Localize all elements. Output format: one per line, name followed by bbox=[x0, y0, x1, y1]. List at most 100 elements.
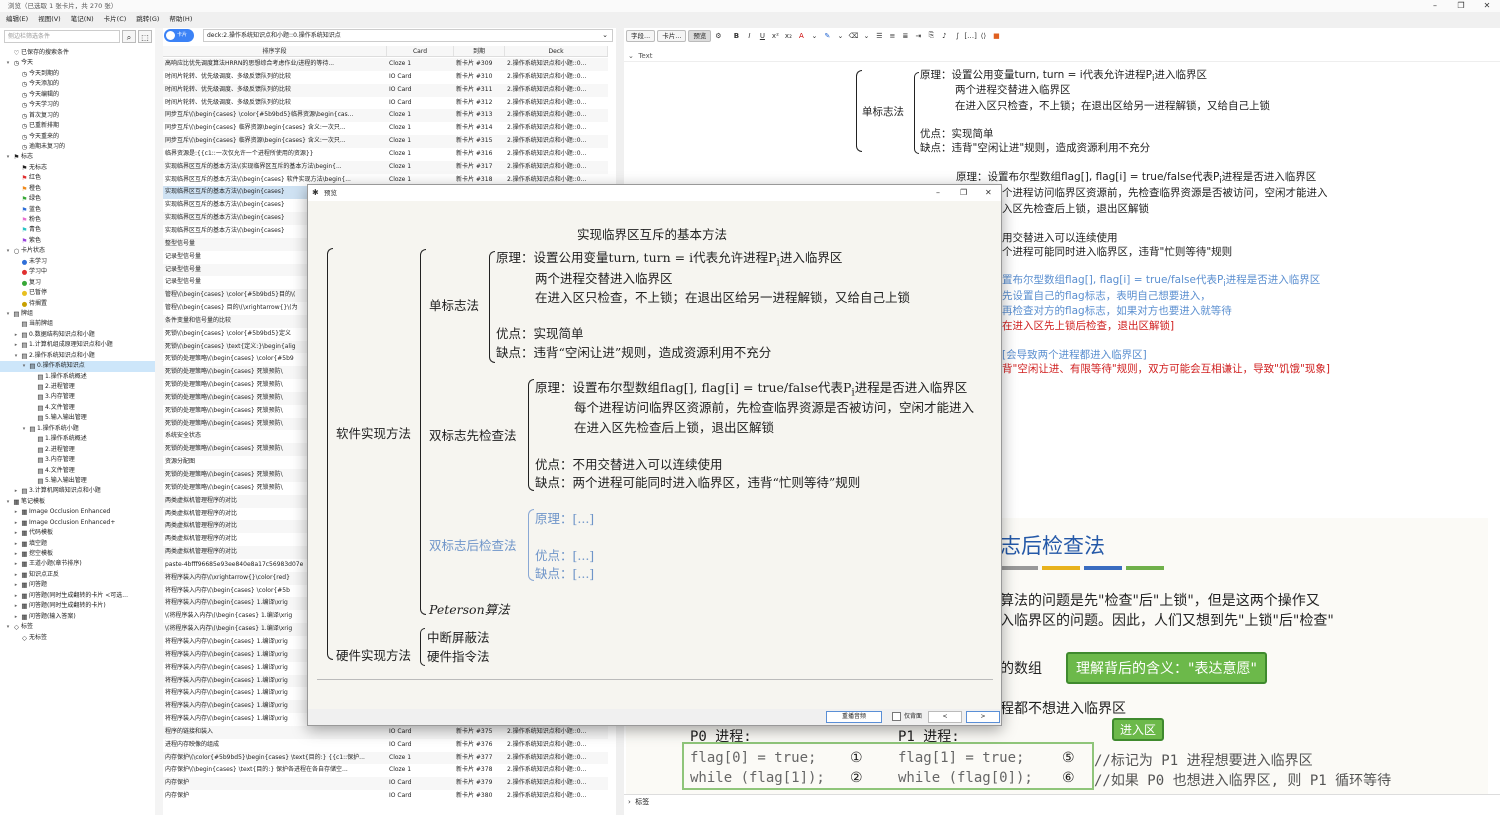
chevron-down-icon[interactable]: ⌄ bbox=[602, 30, 608, 41]
chevron-down-icon[interactable]: ⌄ bbox=[808, 32, 820, 40]
ordered-list-icon[interactable]: ≡ bbox=[886, 32, 898, 40]
column-sort-field[interactable]: 排序字段 bbox=[163, 46, 387, 56]
close-button[interactable]: ✕ bbox=[1474, 0, 1500, 12]
sidebar-item[interactable]: ⚑ 无标志 bbox=[0, 163, 155, 173]
expand-arrow-icon[interactable]: ▾ bbox=[4, 246, 12, 256]
sidebar-item[interactable]: ▤ 1.操作系统概述 bbox=[0, 372, 155, 382]
next-button[interactable]: > bbox=[966, 711, 1000, 723]
chevron-down-icon[interactable]: ⌄ bbox=[860, 32, 872, 40]
menu-help[interactable]: 帮助(H) bbox=[169, 12, 192, 26]
select-tool-icon[interactable]: ⬚ bbox=[138, 30, 152, 43]
menu-view[interactable]: 视图(V) bbox=[38, 12, 61, 26]
minimize-button[interactable]: – bbox=[936, 185, 940, 201]
html-icon[interactable]: ⟨⟩ bbox=[977, 32, 989, 40]
microphone-icon[interactable]: ♪ bbox=[938, 32, 950, 40]
eraser-icon[interactable]: ⌫ bbox=[847, 32, 859, 40]
column-card[interactable]: Card bbox=[387, 46, 454, 56]
sidebar-item[interactable]: ▤ 2.进程管理 bbox=[0, 445, 155, 455]
indent-icon[interactable]: ⇥ bbox=[912, 32, 924, 40]
table-row[interactable]: 内存保护\(\color{#5b9bd5}\begin{cases} \text… bbox=[163, 751, 608, 765]
table-row[interactable]: 时间片轮转、优先级调度、多级反馈队列的比较 IO Card 新卡片 #312 2.操作… bbox=[163, 97, 608, 110]
column-due[interactable]: 到期 bbox=[454, 46, 505, 56]
sidebar-item[interactable]: ▸ ▦ 知识点正反 bbox=[0, 570, 155, 580]
close-button[interactable]: ✕ bbox=[985, 185, 992, 201]
sidebar-item[interactable]: ▤ 5.输入输出管理 bbox=[0, 413, 155, 423]
expand-arrow-icon[interactable]: ▾ bbox=[4, 58, 12, 68]
field-header-text[interactable]: ⌄ Text bbox=[624, 50, 1500, 62]
fields-button[interactable]: 字段... bbox=[626, 29, 656, 42]
table-row[interactable]: 临界资源是:{{c1::一次仅允许一个进程所使用的资源}} Cloze 1 新卡片 … bbox=[163, 148, 608, 161]
expand-arrow-icon[interactable]: ▸ bbox=[12, 528, 20, 538]
highlight-icon[interactable]: ✎ bbox=[821, 32, 833, 40]
menu-edit[interactable]: 编辑(E) bbox=[6, 12, 28, 26]
maximize-button[interactable]: ❐ bbox=[960, 185, 967, 201]
sidebar-item[interactable]: ▸ ▤ 1.计算机组成原理知识点和小题 bbox=[0, 340, 155, 350]
cards-notes-toggle[interactable]: 卡片 bbox=[164, 29, 194, 42]
menu-cards[interactable]: 卡片(C) bbox=[104, 12, 127, 26]
sidebar-item[interactable]: ● 待搁置 bbox=[0, 299, 155, 309]
sidebar-item[interactable]: ⚑ 绿色 bbox=[0, 194, 155, 204]
tags-bar[interactable]: › 标签 bbox=[624, 794, 1500, 808]
sidebar-item[interactable]: ▸ ▦ 问答题(同时生成翻转的卡片) bbox=[0, 601, 155, 611]
expand-arrow-icon[interactable]: ▾ bbox=[12, 351, 20, 361]
sidebar-item[interactable]: ⚑ 蓝色 bbox=[0, 205, 155, 215]
sidebar-item[interactable]: ◇ 无标签 bbox=[0, 633, 155, 643]
table-row[interactable]: 同步互斥\(\begin{cases} \color{#5b9bd5}临界资源\… bbox=[163, 109, 608, 123]
expand-arrow-icon[interactable]: ▾ bbox=[4, 152, 12, 162]
bold-icon[interactable]: B bbox=[730, 32, 742, 40]
sidebar-item[interactable]: ▸ ▤ 3.计算机网络知识点和小题 bbox=[0, 486, 155, 496]
expand-arrow-icon[interactable]: ▸ bbox=[12, 330, 20, 340]
sidebar-item[interactable]: ▸ ▦ 问答题(同时生成翻转的卡片 <可选... bbox=[0, 591, 155, 601]
math-icon[interactable]: ∫ bbox=[951, 32, 963, 40]
chevron-down-icon[interactable]: ⌄ bbox=[834, 32, 846, 40]
sidebar-item[interactable]: ⚑ 红色 bbox=[0, 173, 155, 183]
subscript-icon[interactable]: x₂ bbox=[782, 32, 794, 40]
cards-button[interactable]: 卡片... bbox=[657, 29, 687, 42]
table-row[interactable]: 同步互斥\(\begin{cases} 临界资源\begin{cases} 含义… bbox=[163, 135, 608, 148]
expand-arrow-icon[interactable]: ▸ bbox=[12, 612, 20, 622]
sidebar-item[interactable]: ▾ ▤ 1.操作系统小题 bbox=[0, 424, 155, 434]
sidebar-item[interactable]: ♡ 已保存的搜索条件 bbox=[0, 48, 155, 58]
sidebar-item[interactable]: ▤ 4.文件管理 bbox=[0, 403, 155, 413]
expand-arrow-icon[interactable]: ▸ bbox=[12, 549, 20, 559]
sidebar-search-input[interactable]: 侧边栏筛选条件 bbox=[4, 30, 120, 43]
search-icon[interactable]: ⌕ bbox=[122, 30, 136, 43]
sidebar-item[interactable]: ▤ 5.输入输出管理 bbox=[0, 476, 155, 486]
attach-icon[interactable]: ⎘ bbox=[925, 31, 937, 40]
expand-arrow-icon[interactable]: ▸ bbox=[12, 518, 20, 528]
sidebar-item[interactable]: ▾ ▦ 笔记模板 bbox=[0, 497, 155, 507]
sidebar-item[interactable]: ▤ 1.操作系统概述 bbox=[0, 434, 155, 444]
italic-icon[interactable]: I bbox=[743, 32, 755, 40]
sidebar-item[interactable]: ▾ ○ 卡片状态 bbox=[0, 246, 155, 256]
sidebar-item[interactable]: ◷ 逾期未复习的 bbox=[0, 142, 155, 152]
sidebar-item[interactable]: ⚑ 青色 bbox=[0, 225, 155, 235]
back-only-checkbox[interactable] bbox=[892, 712, 901, 721]
sidebar-item[interactable]: ● 学习中 bbox=[0, 267, 155, 277]
expand-arrow-icon[interactable]: ▸ bbox=[12, 601, 20, 611]
underline-icon[interactable]: U bbox=[756, 32, 768, 40]
sidebar-item[interactable]: ▾ ▤ 0.操作系统知识点 bbox=[0, 361, 155, 372]
minimize-button[interactable]: – bbox=[1422, 0, 1448, 12]
sidebar-item[interactable]: ● 已暂停 bbox=[0, 288, 155, 298]
a-con[interactable]: 缺点：[...] bbox=[535, 563, 594, 582]
table-row[interactable]: 时间片轮转、优先级调度、多级反馈队列的比较 IO Card 新卡片 #311 2.操作… bbox=[163, 83, 608, 97]
sidebar-item[interactable]: ▸ ▤ 0.数据结构知识点和小题 bbox=[0, 330, 155, 340]
sidebar-item[interactable]: ▤ 当前牌组 bbox=[0, 319, 155, 329]
sidebar-item[interactable]: ▤ 2.进程管理 bbox=[0, 382, 155, 392]
expand-arrow-icon[interactable]: ▾ bbox=[4, 622, 12, 632]
sidebar-splitter[interactable] bbox=[155, 28, 163, 815]
superscript-icon[interactable]: x² bbox=[769, 32, 781, 40]
sidebar-item[interactable]: ▸ ▦ 填空题 bbox=[0, 539, 155, 549]
a-principle[interactable]: 原理：[...] bbox=[535, 508, 594, 527]
maximize-button[interactable]: ❐ bbox=[1448, 0, 1474, 12]
table-row[interactable]: 时间片轮转、优先级调度、多级反馈队列的比较 IO Card 新卡片 #310 2.操作… bbox=[163, 71, 608, 84]
sidebar-item[interactable]: ◷ 今天学习的 bbox=[0, 100, 155, 110]
sidebar-item[interactable]: ▤ 4.文件管理 bbox=[0, 466, 155, 476]
sidebar-item[interactable]: ▸ ▦ Image Occlusion Enhanced bbox=[0, 507, 155, 517]
table-row[interactable]: 同步互斥\(\begin{cases} 临界资源\begin{cases} 含义… bbox=[163, 122, 608, 135]
table-row[interactable]: 进程内存映像的组成 IO Card 新卡片 #376 2.操作系统知识点和小题::0.… bbox=[163, 739, 608, 752]
search-query-input[interactable]: deck:2.操作系统知识点和小题::0.操作系统知识点 ⌄ bbox=[203, 29, 613, 42]
sidebar-item[interactable]: ▤ 3.内存管理 bbox=[0, 392, 155, 402]
sidebar-item[interactable]: ▾ ◇ 标签 bbox=[0, 622, 155, 632]
sidebar-item[interactable]: ▤ 3.内存管理 bbox=[0, 455, 155, 465]
